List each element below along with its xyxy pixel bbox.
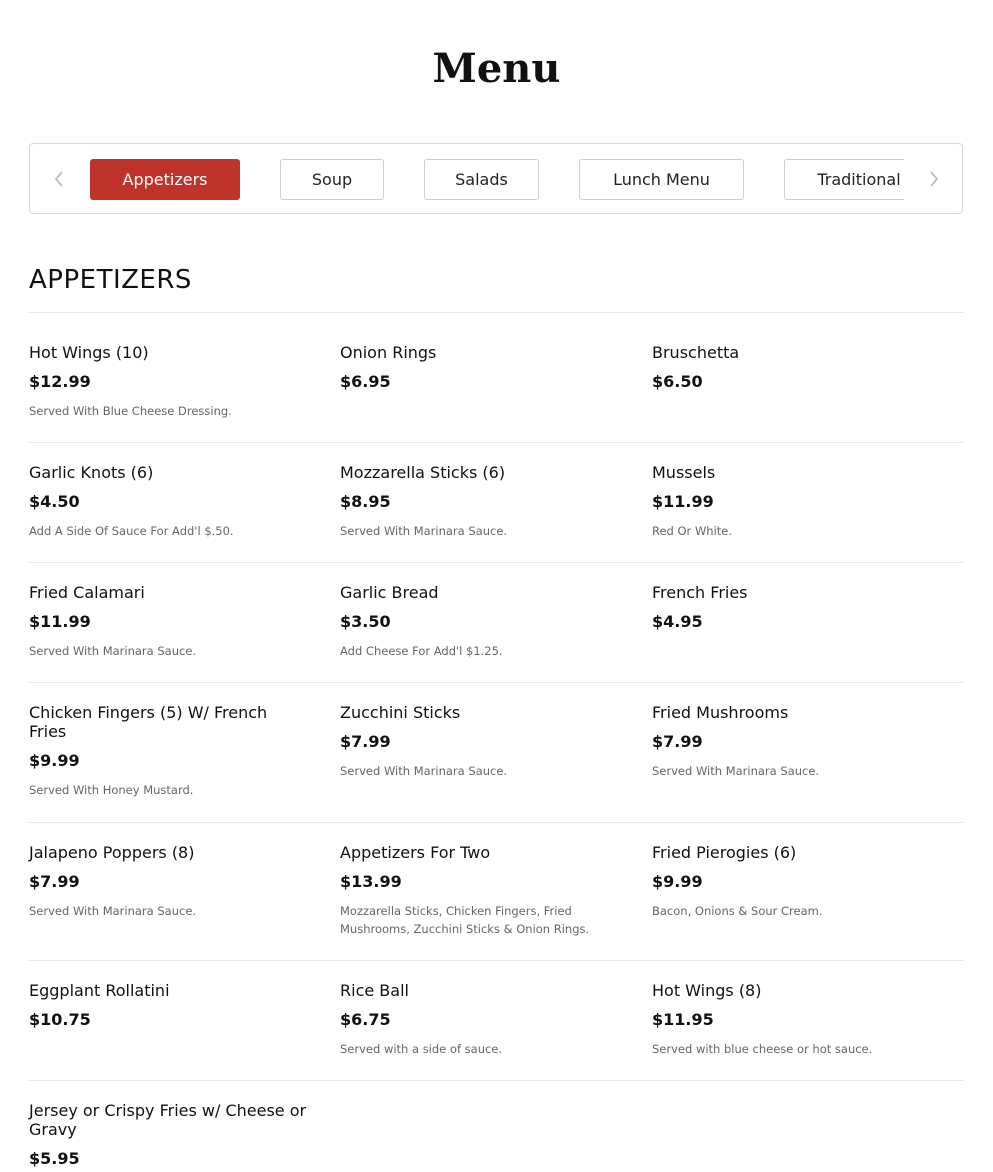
item-price: $11.99	[652, 492, 714, 511]
item-name: Onion Rings	[340, 343, 437, 362]
item-price: $10.75	[29, 1010, 91, 1029]
item-description: Served With Marinara Sauce.	[652, 764, 820, 778]
menu-item: Garlic Knots (6) $4.50 Add A Side Of Sau…	[29, 463, 309, 540]
tab-traditional[interactable]: Traditional	[784, 159, 904, 200]
item-description: Bacon, Onions & Sour Cream.	[652, 904, 823, 918]
tab-appetizers[interactable]: Appetizers	[90, 159, 240, 200]
tabs-scroll-area: Appetizers Soup Salads Lunch Menu Tradit…	[90, 159, 904, 201]
item-description: Red Or White.	[652, 524, 733, 538]
chevron-right-icon	[930, 171, 939, 187]
menu-item: Rice Ball $6.75 Served with a side of sa…	[340, 981, 620, 1058]
item-price: $11.95	[652, 1010, 714, 1029]
item-name: Garlic Knots (6)	[29, 463, 154, 482]
item-price: $9.99	[652, 872, 703, 891]
item-name: Jersey or Crispy Fries w/ Cheese or Grav…	[29, 1101, 307, 1139]
menu-item: Eggplant Rollatini $10.75	[29, 981, 309, 1030]
row-divider	[29, 562, 964, 563]
item-name: Fried Calamari	[29, 583, 145, 602]
item-name: Jalapeno Poppers (8)	[29, 843, 195, 862]
menu-item: Fried Mushrooms $7.99 Served With Marina…	[652, 703, 932, 780]
item-price: $6.75	[340, 1010, 391, 1029]
menu-item: Appetizers For Two $13.99 Mozzarella Sti…	[340, 843, 620, 938]
row-divider	[29, 442, 964, 443]
item-name: Mozzarella Sticks (6)	[340, 463, 506, 482]
item-price: $3.50	[340, 612, 391, 631]
item-price: $13.99	[340, 872, 402, 891]
item-price: $6.95	[340, 372, 391, 391]
item-price: $6.50	[652, 372, 703, 391]
category-tab-bar: Appetizers Soup Salads Lunch Menu Tradit…	[29, 143, 963, 214]
item-price: $4.95	[652, 612, 703, 631]
item-description: Mozzarella Sticks, Chicken Fingers, Frie…	[340, 904, 590, 936]
tab-salads[interactable]: Salads	[424, 159, 539, 200]
item-price: $11.99	[29, 612, 91, 631]
item-price: $9.99	[29, 751, 80, 770]
item-description: Served with a side of sauce.	[340, 1042, 503, 1056]
section-divider	[29, 312, 964, 313]
item-description: Served With Marinara Sauce.	[29, 644, 197, 658]
item-description: Served With Blue Cheese Dressing.	[29, 404, 232, 418]
row-divider	[29, 682, 964, 683]
item-description: Add Cheese For Add'l $1.25.	[340, 644, 503, 658]
item-description: Served With Honey Mustard.	[29, 783, 194, 797]
menu-item: Mozzarella Sticks (6) $8.95 Served With …	[340, 463, 620, 540]
row-divider	[29, 822, 964, 823]
tab-soup[interactable]: Soup	[280, 159, 384, 200]
item-name: Eggplant Rollatini	[29, 981, 170, 1000]
item-name: Fried Mushrooms	[652, 703, 789, 722]
menu-item: French Fries $4.95	[652, 583, 932, 632]
menu-item: Jalapeno Poppers (8) $7.99 Served With M…	[29, 843, 309, 920]
tabs-prev-button[interactable]	[47, 166, 71, 192]
row-divider	[29, 960, 964, 961]
item-description: Served With Marinara Sauce.	[340, 764, 508, 778]
tabs-next-button[interactable]	[922, 166, 946, 192]
menu-item: Fried Calamari $11.99 Served With Marina…	[29, 583, 309, 660]
row-divider	[29, 1080, 964, 1081]
menu-item: Hot Wings (10) $12.99 Served With Blue C…	[29, 343, 309, 420]
menu-item: Onion Rings $6.95	[340, 343, 620, 392]
item-price: $4.50	[29, 492, 80, 511]
menu-page: Menu Appetizers Soup Salads Lunch Menu T…	[0, 0, 993, 1172]
chevron-left-icon	[54, 171, 63, 187]
item-price: $8.95	[340, 492, 391, 511]
item-name: Appetizers For Two	[340, 843, 491, 862]
menu-item: Jersey or Crispy Fries w/ Cheese or Grav…	[29, 1101, 309, 1169]
menu-item: Fried Pierogies (6) $9.99 Bacon, Onions …	[652, 843, 932, 920]
item-name: Hot Wings (8)	[652, 981, 762, 1000]
menu-item: Garlic Bread $3.50 Add Cheese For Add'l …	[340, 583, 620, 660]
item-price: $5.95	[29, 1149, 80, 1168]
menu-item: Hot Wings (8) $11.95 Served with blue ch…	[652, 981, 932, 1058]
item-description: Served with blue cheese or hot sauce.	[652, 1042, 873, 1056]
item-name: Zucchini Sticks	[340, 703, 461, 722]
tab-lunch-menu[interactable]: Lunch Menu	[579, 159, 744, 200]
item-price: $7.99	[652, 732, 703, 751]
item-description: Add A Side Of Sauce For Add'l $.50.	[29, 524, 234, 538]
menu-item: Bruschetta $6.50	[652, 343, 932, 392]
item-name: Rice Ball	[340, 981, 409, 1000]
item-name: Mussels	[652, 463, 716, 482]
item-name: French Fries	[652, 583, 748, 602]
item-description: Served With Marinara Sauce.	[29, 904, 197, 918]
menu-item: Mussels $11.99 Red Or White.	[652, 463, 932, 540]
page-title: Menu	[432, 45, 561, 92]
menu-item: Zucchini Sticks $7.99 Served With Marina…	[340, 703, 620, 780]
item-name: Fried Pierogies (6)	[652, 843, 797, 862]
menu-item: Chicken Fingers (5) W/ French Fries $9.9…	[29, 703, 309, 799]
item-name: Garlic Bread	[340, 583, 439, 602]
item-name: Chicken Fingers (5) W/ French Fries	[29, 703, 268, 741]
section-title: APPETIZERS	[29, 265, 192, 295]
item-price: $7.99	[29, 872, 80, 891]
item-name: Hot Wings (10)	[29, 343, 149, 362]
item-price: $12.99	[29, 372, 91, 391]
item-name: Bruschetta	[652, 343, 740, 362]
item-description: Served With Marinara Sauce.	[340, 524, 508, 538]
item-price: $7.99	[340, 732, 391, 751]
